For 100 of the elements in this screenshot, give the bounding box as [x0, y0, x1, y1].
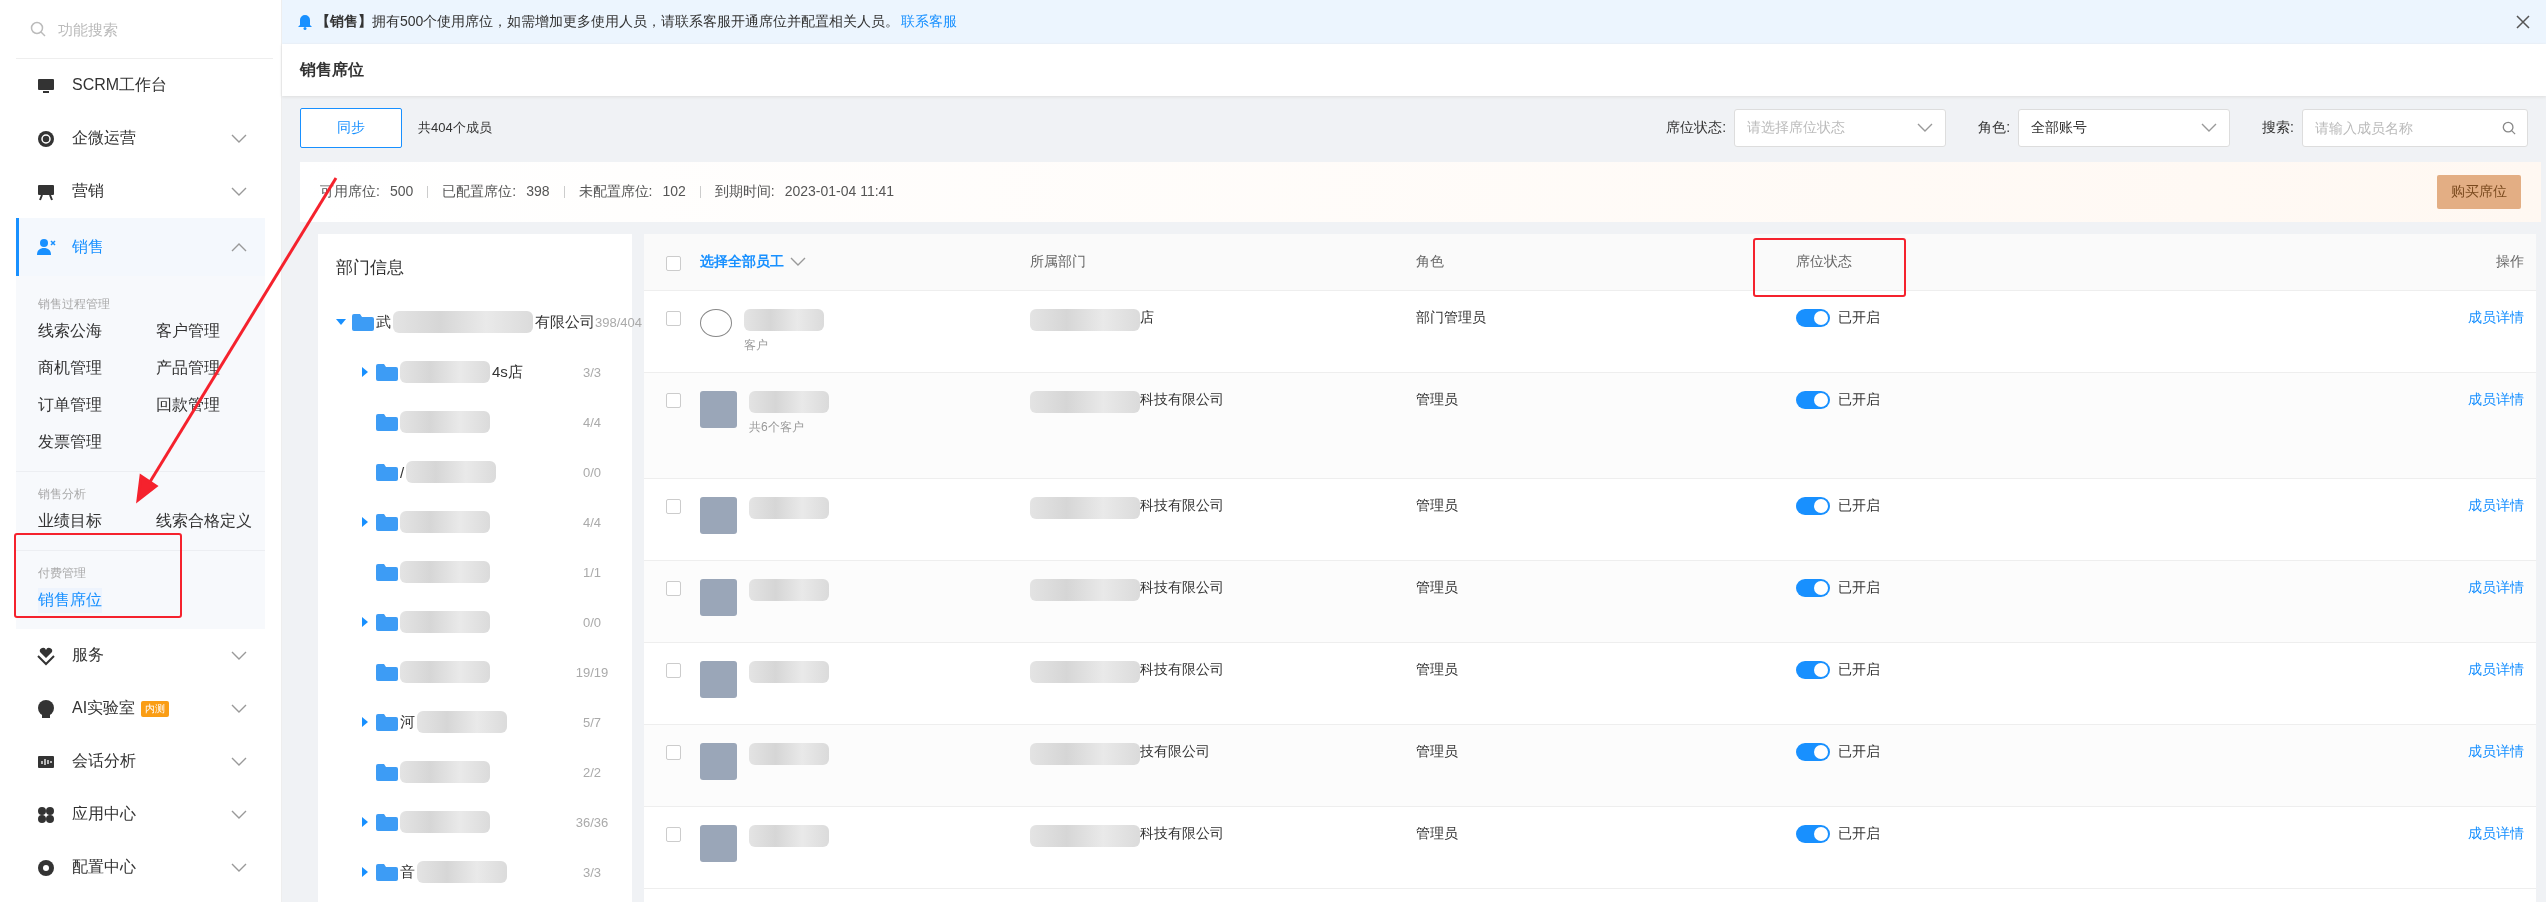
- nav-item[interactable]: AI实验室 内测: [16, 682, 265, 735]
- stat-label: 到期时间:: [714, 183, 775, 201]
- submenu-link[interactable]: 线索合格定义: [156, 509, 274, 534]
- avatar-photo: [700, 825, 737, 862]
- notice-text: 【销售】拥有500个使用席位，如需增加更多使用人员，请联系客服开通席位并配置相关人员。联系客服: [316, 13, 959, 31]
- folder-icon: [376, 713, 398, 731]
- stat-label: 未配置席位:: [578, 183, 653, 201]
- chevron-icon: [2201, 123, 2218, 133]
- checkbox[interactable]: [666, 311, 681, 326]
- stat-value: 500: [389, 183, 414, 201]
- avatar-photo: [700, 391, 737, 428]
- nav-item[interactable]: 企微运营: [16, 112, 265, 165]
- column-header: 所属部门: [1030, 253, 1086, 271]
- heart-icon: [36, 645, 56, 666]
- checkbox[interactable]: [666, 663, 681, 678]
- submenu-link[interactable]: 线索公海: [38, 319, 156, 344]
- customer-count: 共6个客户: [749, 419, 805, 436]
- folder-icon: [376, 613, 398, 631]
- member-count: 398/404: [595, 314, 642, 330]
- department-name: 科技有限公司: [1140, 825, 1224, 843]
- menu-group-title: 付费管理: [38, 565, 87, 582]
- role-text: 管理员: [1416, 391, 1458, 409]
- member-count: 36/36: [574, 814, 610, 830]
- department-name: 河: [400, 712, 415, 732]
- role-text: 管理员: [1416, 743, 1458, 761]
- status-text: 已开启: [1838, 309, 1880, 327]
- folder-icon: [376, 513, 398, 531]
- department-name: 科技有限公司: [1140, 579, 1224, 597]
- column-header: 席位状态: [1796, 253, 1852, 271]
- checkbox[interactable]: [666, 745, 681, 760]
- folder-icon: [376, 763, 398, 781]
- toggle-switch[interactable]: [1796, 309, 1830, 327]
- member-total: 共404个成员: [418, 119, 493, 137]
- department-name: 音: [400, 862, 415, 882]
- toggle-switch[interactable]: [1796, 661, 1830, 679]
- tree-node[interactable]: 武 有限公司: [336, 311, 595, 333]
- member-count: 2/2: [581, 764, 603, 780]
- checkbox[interactable]: [666, 581, 681, 596]
- nav-item[interactable]: 会话分析: [16, 735, 265, 788]
- checkbox[interactable]: [666, 255, 681, 271]
- department-name: 科技有限公司: [1140, 661, 1224, 679]
- close-icon[interactable]: [2516, 15, 2530, 29]
- nav-item[interactable]: 营销: [16, 165, 265, 218]
- search-field[interactable]: 请输入成员名称: [2302, 109, 2528, 147]
- toggle-switch[interactable]: [1796, 497, 1830, 515]
- tree-node[interactable]: 音: [360, 861, 552, 883]
- status-text: 已开启: [1838, 497, 1880, 515]
- filter-label: 角色:: [1978, 119, 2011, 137]
- checkbox[interactable]: [666, 393, 681, 408]
- submenu-link[interactable]: 产品管理: [156, 356, 274, 381]
- toggle-switch[interactable]: [1796, 579, 1830, 597]
- checkbox[interactable]: [666, 499, 681, 514]
- department-name: 4s店: [492, 362, 523, 382]
- chat-icon: [36, 128, 56, 149]
- avatar-icon: [700, 309, 732, 337]
- role-text: 管理员: [1416, 661, 1458, 679]
- buy-seats-button[interactable]: 购买席位: [2437, 175, 2521, 209]
- checkbox[interactable]: [666, 827, 681, 842]
- toggle-switch[interactable]: [1796, 391, 1830, 409]
- submenu-link[interactable]: 发票管理: [38, 430, 156, 455]
- member-count: 5/7: [581, 714, 603, 730]
- status-text: 已开启: [1838, 579, 1880, 597]
- department-name: 武: [376, 312, 391, 332]
- nav-item[interactable]: SCRM工作台: [16, 59, 265, 112]
- member-count: 0/0: [581, 614, 603, 630]
- tree-node[interactable]: 河: [360, 711, 552, 733]
- menu-group-title: 销售分析: [38, 486, 87, 503]
- search-icon: [2502, 121, 2516, 135]
- nav-item[interactable]: 应用中心: [16, 788, 265, 841]
- search-field[interactable]: 功能搜索: [56, 19, 220, 39]
- tree-node[interactable]: 4s店: [360, 361, 552, 383]
- avatar-photo: [700, 743, 737, 780]
- beta-badge: 内测: [141, 700, 170, 717]
- select-field[interactable]: 全部账号: [2018, 109, 2231, 147]
- search-icon: [30, 21, 46, 37]
- member-count: 0/0: [581, 464, 603, 480]
- folder-icon: [376, 413, 398, 431]
- department-name: 技有限公司: [1140, 743, 1210, 761]
- submenu-link[interactable]: 商机管理: [38, 356, 156, 381]
- toggle-switch[interactable]: [1796, 825, 1830, 843]
- stat-value: 102: [662, 183, 686, 201]
- nav-item[interactable]: 配置中心: [16, 841, 265, 894]
- column-header: 角色: [1416, 253, 1444, 271]
- submenu-link[interactable]: 业绩目标: [38, 509, 156, 534]
- submenu-link[interactable]: 客户管理: [156, 319, 274, 344]
- avatar-photo: [700, 579, 737, 616]
- status-text: 已开启: [1838, 391, 1880, 409]
- nav-item[interactable]: 服务: [16, 629, 265, 682]
- department-name: 科技有限公司: [1140, 391, 1224, 409]
- status-text: 已开启: [1838, 661, 1880, 679]
- toggle-switch[interactable]: [1796, 743, 1830, 761]
- chevron-icon: [1917, 123, 1934, 133]
- member-count: 4/4: [581, 414, 603, 430]
- column-header: 操作: [2496, 253, 2524, 271]
- member-count: 3/3: [581, 364, 603, 380]
- submenu-link[interactable]: 订单管理: [38, 393, 156, 418]
- stat-value: 2023-01-04 11:41: [784, 183, 895, 201]
- department-name: /: [400, 463, 405, 481]
- status-text: 已开启: [1838, 825, 1880, 843]
- tree-node[interactable]: /: [360, 461, 552, 483]
